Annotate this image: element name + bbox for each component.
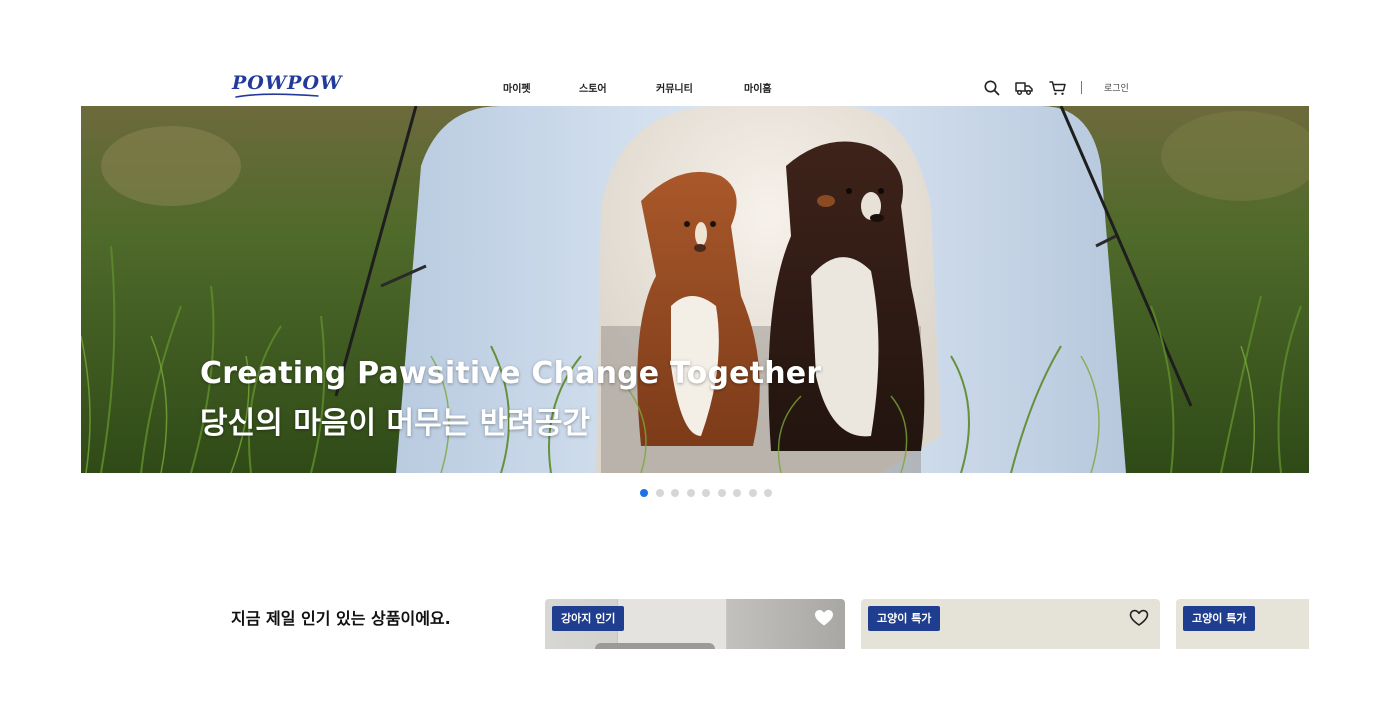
product-image-detail — [595, 643, 715, 649]
popular-section-title: 지금 제일 인기 있는 상품이에요. — [231, 609, 451, 628]
nav-item-community[interactable]: 커뮤니티 — [656, 80, 693, 95]
site-header: POWPOW 마이펫 스토어 커뮤니티 마이홈 로그인 — [0, 70, 1383, 106]
heart-filled-icon[interactable] — [814, 609, 834, 627]
pagination-dot[interactable] — [764, 489, 772, 497]
product-card[interactable]: 고양이 특가 — [861, 599, 1160, 649]
search-icon[interactable] — [982, 78, 1002, 98]
pagination-dot-active[interactable] — [640, 489, 648, 497]
hero-subtitle: 당신의 마음이 머무는 반려공간 — [200, 406, 591, 441]
login-link[interactable]: 로그인 — [1104, 81, 1129, 94]
hero-title: Creating Pawsitive Change Together — [200, 356, 822, 391]
logo-text: POWPOW — [232, 72, 343, 94]
pagination-dot[interactable] — [671, 489, 679, 497]
pagination-dot[interactable] — [655, 489, 664, 497]
product-card[interactable]: 고양이 특가 — [1176, 599, 1309, 649]
nav-item-myhome[interactable]: 마이홈 — [744, 80, 772, 95]
pagination-dot[interactable] — [748, 489, 757, 497]
heart-outline-icon[interactable] — [1129, 609, 1149, 627]
main-nav: 마이펫 스토어 커뮤니티 마이홈 — [503, 80, 772, 95]
logo-swoosh-icon — [235, 93, 319, 98]
nav-item-mypet[interactable]: 마이펫 — [503, 80, 531, 95]
product-card[interactable]: 강아지 인기 — [545, 599, 845, 649]
nav-item-store[interactable]: 스토어 — [579, 80, 607, 95]
pagination-dot[interactable] — [717, 489, 726, 497]
header-divider — [1081, 81, 1082, 94]
product-badge: 고양이 특가 — [1183, 606, 1256, 631]
pagination-dot[interactable] — [733, 489, 741, 497]
pagination-dot[interactable] — [702, 489, 710, 497]
pagination-dot[interactable] — [686, 489, 695, 497]
delivery-truck-icon[interactable] — [1014, 78, 1034, 98]
powpow-logo[interactable]: POWPOW — [232, 72, 342, 98]
product-badge: 강아지 인기 — [552, 606, 625, 631]
hero-banner[interactable]: Creating Pawsitive Change Together 당신의 마… — [81, 106, 1309, 473]
product-image — [617, 599, 727, 649]
hero-pagination — [640, 489, 772, 497]
product-badge: 고양이 특가 — [868, 606, 941, 631]
cart-icon[interactable] — [1048, 78, 1068, 98]
